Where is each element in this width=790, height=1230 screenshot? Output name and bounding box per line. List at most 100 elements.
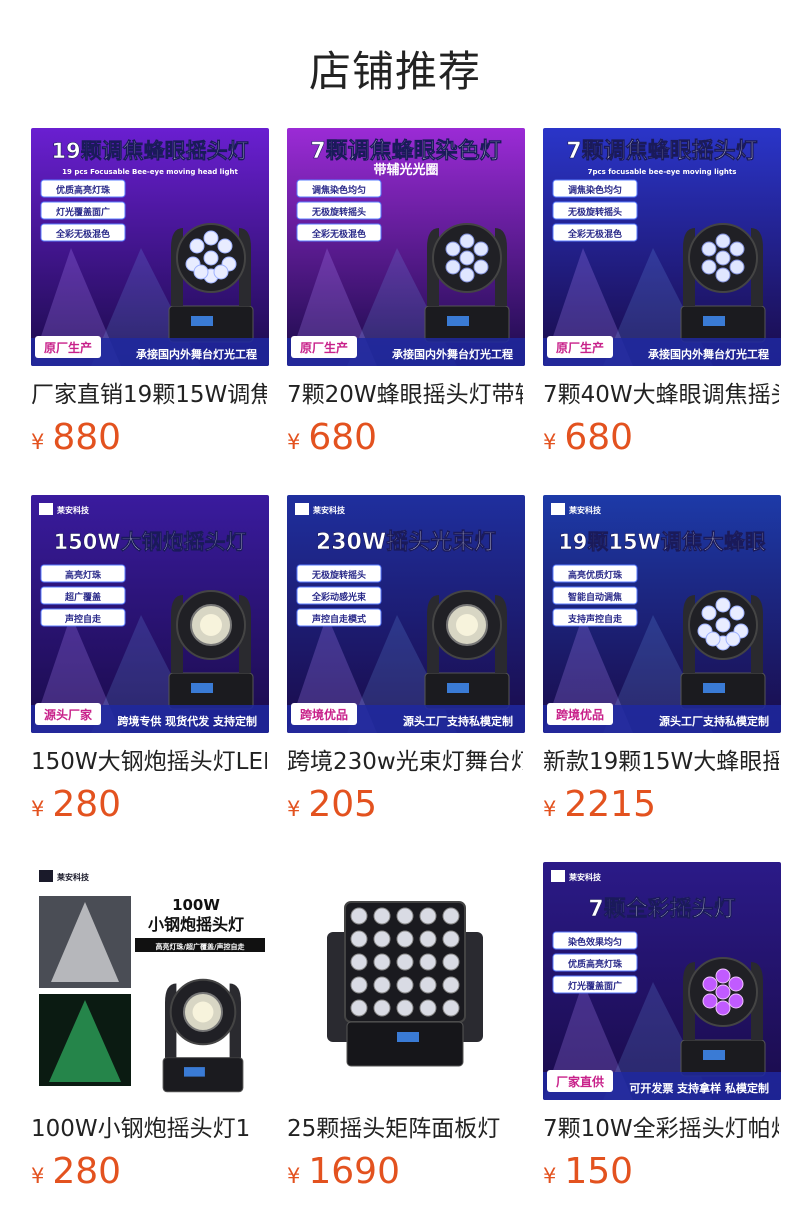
- currency-symbol: ¥: [543, 797, 557, 821]
- price-value: 280: [52, 1151, 122, 1192]
- currency-symbol: ¥: [31, 430, 45, 454]
- product-price: ¥280: [31, 785, 269, 831]
- moving-head-light-icon: [424, 223, 510, 343]
- price-value: 680: [308, 417, 378, 458]
- product-image[interactable]: 7颗调焦蜂眼摇头灯 7pcs focusable bee-eye moving l…: [543, 128, 781, 366]
- product-name[interactable]: 7颗40W大蜂眼调焦摇头灯: [543, 380, 779, 410]
- banner-subtitle: 带辅光光圈: [373, 162, 438, 178]
- feature-tag-label: 无极旋转摇头: [311, 569, 366, 581]
- badge-label: 原厂生产: [44, 340, 92, 355]
- feature-tag-label: 染色效果均匀: [567, 936, 622, 948]
- currency-symbol: ¥: [31, 1164, 45, 1188]
- product-image[interactable]: 莱安科技 7颗全彩摇头灯 染色效果均匀 优质高亮灯珠 灯光覆盖面广 可开发票 支持拿样 私…: [543, 862, 781, 1100]
- currency-symbol: ¥: [287, 1164, 301, 1188]
- product-name[interactable]: 25颗摇头矩阵面板灯: [287, 1114, 523, 1144]
- price-value: 150: [564, 1151, 634, 1192]
- moving-head-light-icon: [680, 223, 766, 343]
- product-price: ¥1690: [287, 1152, 525, 1198]
- product-card[interactable]: 莱安科技 19颗15W调焦大蜂眼 高亮优质灯珠 智能自动调焦 支持声控自走 源头工厂支持私…: [543, 495, 781, 831]
- currency-symbol: ¥: [287, 797, 301, 821]
- footer-text: 源头工厂支持私模定制: [659, 714, 769, 728]
- feature-tag-label: 超广覆盖: [64, 591, 101, 603]
- feature-tag-label: 灯光覆盖面广: [568, 980, 622, 992]
- product-card[interactable]: 莱安科技 150W大钢炮摇头灯 高亮灯珠 超广覆盖 声控自走 跨境专供 现货代发 支持定制…: [31, 495, 269, 831]
- feature-tag-label: 高亮灯珠/超广覆盖/声控自走: [155, 942, 245, 951]
- price-value: 280: [52, 784, 122, 825]
- price-value: 680: [564, 417, 634, 458]
- feature-tag-label: 优质高亮灯珠: [56, 184, 111, 196]
- brand-logo-text: 莱安科技: [569, 872, 602, 882]
- feature-tag-label: 灯光覆盖面广: [56, 206, 110, 218]
- moving-head-light-icon: [162, 978, 244, 1093]
- price-value: 205: [308, 784, 378, 825]
- feature-tag-label: 全彩无极混色: [55, 228, 110, 240]
- banner-title: 150W大钢炮摇头灯: [54, 530, 247, 554]
- moving-head-light-icon: [680, 957, 766, 1077]
- currency-symbol: ¥: [543, 430, 557, 454]
- feature-tag-label: 声控自走模式: [311, 613, 366, 625]
- footer-text: 跨境专供 现货代发 支持定制: [117, 714, 257, 728]
- badge-label: 原厂生产: [300, 340, 348, 355]
- brand-logo-text: 莱安科技: [569, 505, 602, 515]
- product-name[interactable]: 7颗20W蜂眼摇头灯带辅光光圈: [287, 380, 523, 410]
- product-image[interactable]: [287, 862, 525, 1100]
- product-image[interactable]: 7颗调焦蜂眼染色灯 带辅光光圈 调焦染色均匀 无极旋转摇头 全彩无极混色承接国内外舞台灯…: [287, 128, 525, 366]
- footer-text: 承接国内外舞台灯光工程: [136, 347, 257, 361]
- badge-label: 跨境优品: [556, 707, 604, 722]
- badge-label: 厂家直供: [556, 1074, 604, 1089]
- banner-title: 19颗调焦蜂眼摇头灯: [51, 139, 248, 163]
- product-image[interactable]: 莱安科技 150W大钢炮摇头灯 高亮灯珠 超广覆盖 声控自走 跨境专供 现货代发 支持定制…: [31, 495, 269, 733]
- footer-text: 源头工厂支持私模定制: [403, 714, 513, 728]
- product-card[interactable]: 25颗摇头矩阵面板灯 ¥1690: [287, 862, 525, 1198]
- product-name[interactable]: 厂家直销19颗15W调焦蜂眼摇头灯: [31, 380, 267, 410]
- banner-title: 7颗全彩摇头灯: [588, 896, 735, 922]
- feature-tag-label: 智能自动调焦: [568, 591, 622, 603]
- product-image[interactable]: 莱安科技 100W 小钢炮摇头灯 高亮灯珠/超广覆盖/声控自走: [31, 862, 269, 1100]
- product-name[interactable]: 150W大钢炮摇头灯LED: [31, 747, 267, 777]
- brand-logo-text: 莱安科技: [57, 505, 90, 515]
- product-price: ¥280: [31, 1152, 269, 1198]
- product-card[interactable]: 莱安科技 7颗全彩摇头灯 染色效果均匀 优质高亮灯珠 灯光覆盖面广 可开发票 支持拿样 私…: [543, 862, 781, 1198]
- product-name[interactable]: 跨境230w光束灯舞台灯: [287, 747, 523, 777]
- currency-symbol: ¥: [31, 797, 45, 821]
- product-image[interactable]: 莱安科技 230W摇头光束灯 无极旋转摇头 全彩动感光束 声控自走模式 源头工厂支持私模定…: [287, 495, 525, 733]
- product-price: ¥205: [287, 785, 525, 831]
- banner-subtitle: 7pcs focusable bee-eye moving lights: [588, 168, 737, 176]
- product-name[interactable]: 新款19颗15W大蜂眼摇头灯: [543, 747, 779, 777]
- product-price: ¥150: [543, 1152, 781, 1198]
- product-price: ¥680: [287, 418, 525, 464]
- feature-tag-label: 支持声控自走: [567, 613, 622, 625]
- moving-head-light-icon: [168, 223, 254, 343]
- feature-tag-label: 调焦染色均匀: [312, 184, 366, 196]
- price-value: 2215: [564, 784, 656, 825]
- product-name[interactable]: 100W小钢炮摇头灯1: [31, 1114, 267, 1144]
- product-price: ¥880: [31, 418, 269, 464]
- feature-tag-label: 无极旋转摇头: [311, 206, 366, 218]
- moving-head-light-icon: [168, 590, 254, 710]
- feature-tag-label: 声控自走: [64, 613, 101, 625]
- currency-symbol: ¥: [543, 1164, 557, 1188]
- badge-label: 原厂生产: [556, 340, 604, 355]
- product-name[interactable]: 7颗10W全彩摇头灯帕灯: [543, 1114, 779, 1144]
- product-card[interactable]: 莱安科技 100W 小钢炮摇头灯 高亮灯珠/超广覆盖/声控自走 100W小钢炮摇头灯1 ¥…: [31, 862, 269, 1198]
- product-card[interactable]: 7颗调焦蜂眼摇头灯 7pcs focusable bee-eye moving l…: [543, 128, 781, 464]
- banner-subtitle: 小钢炮摇头灯: [148, 915, 244, 934]
- feature-tag-label: 无极旋转摇头: [567, 206, 622, 218]
- product-card[interactable]: 7颗调焦蜂眼染色灯 带辅光光圈 调焦染色均匀 无极旋转摇头 全彩无极混色承接国内外舞台灯…: [287, 128, 525, 464]
- footer-text: 承接国内外舞台灯光工程: [392, 347, 513, 361]
- banner-subtitle: 19 pcs Focusable Bee-eye moving head lig…: [62, 168, 238, 176]
- product-image[interactable]: 莱安科技 19颗15W调焦大蜂眼 高亮优质灯珠 智能自动调焦 支持声控自走 源头工厂支持私…: [543, 495, 781, 733]
- banner-title: 7颗调焦蜂眼摇头灯: [566, 138, 757, 164]
- badge-label: 源头厂家: [44, 707, 93, 722]
- brand-logo-text: 莱安科技: [57, 872, 90, 882]
- product-image[interactable]: 19颗调焦蜂眼摇头灯 19 pcs Focusable Bee-eye movin…: [31, 128, 269, 366]
- feature-tag-label: 全彩无极混色: [311, 228, 366, 240]
- product-card[interactable]: 莱安科技 230W摇头光束灯 无极旋转摇头 全彩动感光束 声控自走模式 源头工厂支持私模定…: [287, 495, 525, 831]
- badge-label: 跨境优品: [300, 707, 348, 722]
- page-title: 店铺推荐: [308, 47, 481, 96]
- product-price: ¥680: [543, 418, 781, 464]
- banner-title: 7颗调焦蜂眼染色灯: [310, 138, 501, 164]
- moving-head-light-icon: [424, 590, 510, 710]
- product-card[interactable]: 19颗调焦蜂眼摇头灯 19 pcs Focusable Bee-eye movin…: [31, 128, 269, 464]
- price-value: 880: [52, 417, 122, 458]
